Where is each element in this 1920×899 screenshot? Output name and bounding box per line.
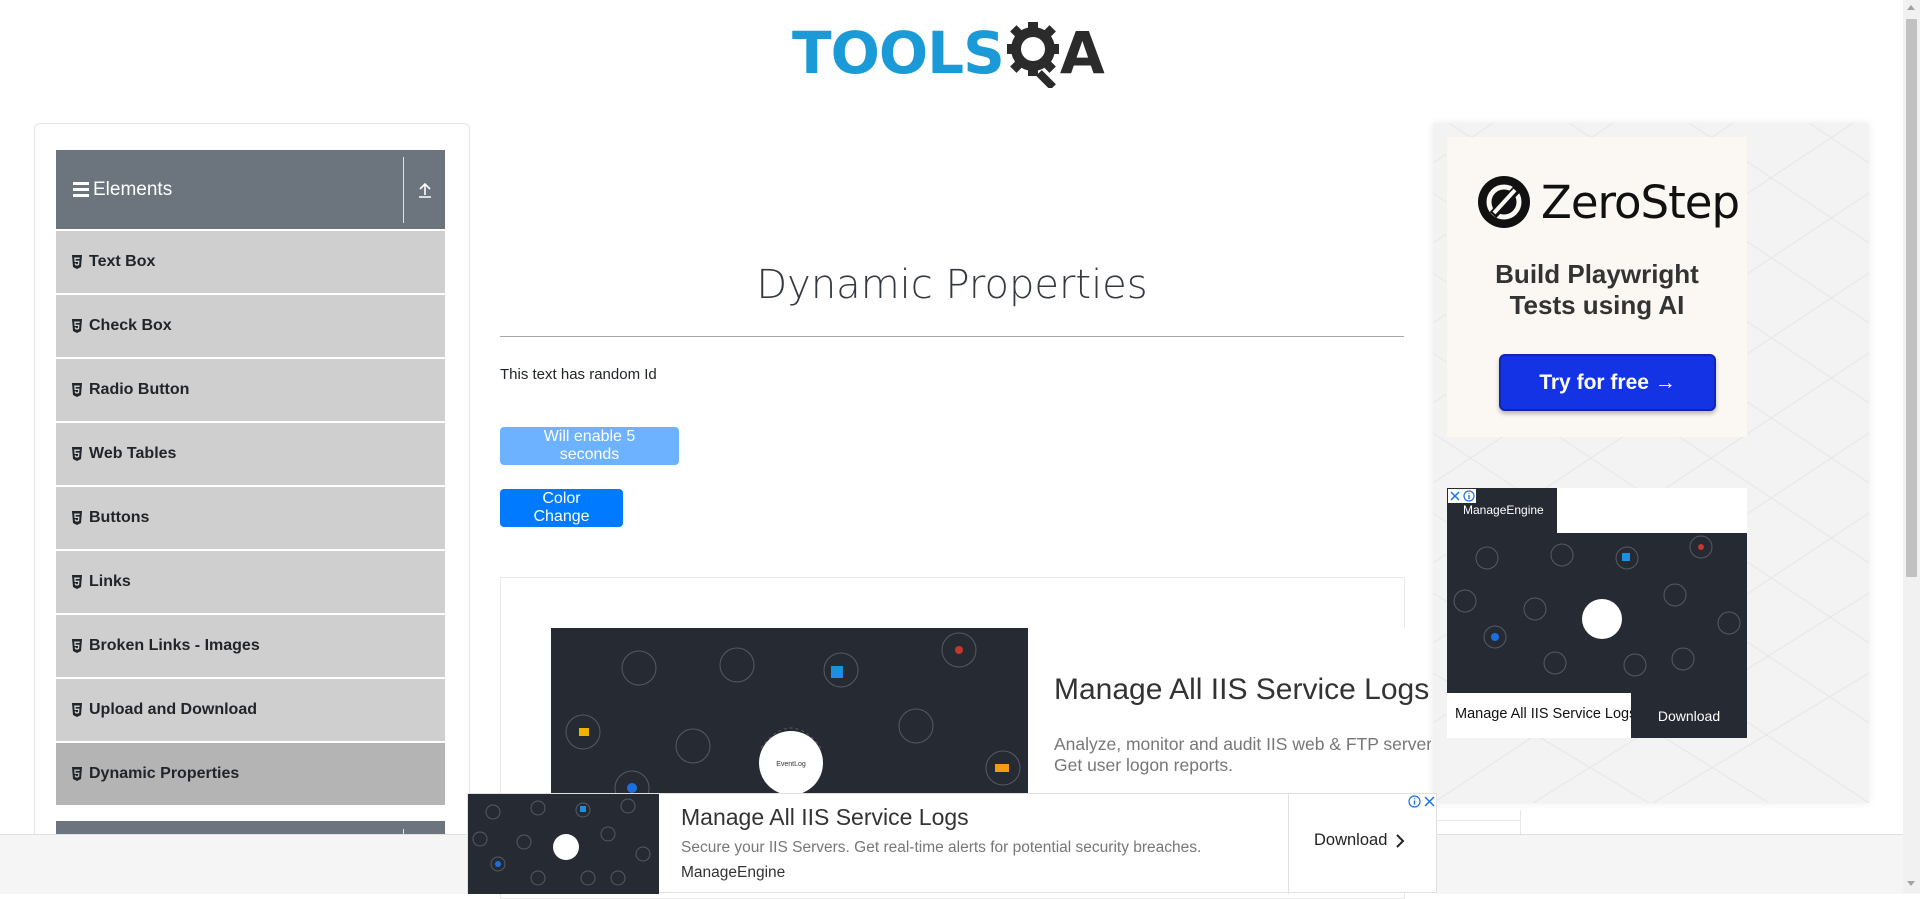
left-panel: Elements Text Box Check Box Radio Button… <box>34 123 470 845</box>
sidebar-item-label: Broken Links - Images <box>89 637 260 654</box>
page-title: Dynamic Properties <box>756 262 1148 308</box>
elements-menu: Text Box Check Box Radio Button Web Tabl… <box>56 231 445 807</box>
svg-text:EventLog: EventLog <box>776 761 806 768</box>
color-change-button[interactable]: Color Change <box>500 489 623 527</box>
group-divider <box>403 157 404 223</box>
ad-separator <box>1288 794 1289 894</box>
sidebar-item-dynamic-properties[interactable]: Dynamic Properties <box>56 743 445 805</box>
random-id-text: This text has random Id <box>500 366 657 383</box>
sidebar-item-links[interactable]: Links <box>56 551 445 613</box>
sidebar-item-upload-and-download[interactable]: Upload and Download <box>56 679 445 741</box>
zerostep-name: ZeroStep <box>1541 175 1740 229</box>
bottom-ad-bar <box>1437 834 1920 894</box>
sidebar-item-label: Dynamic Properties <box>89 765 240 782</box>
sidebar-item-broken-links-images[interactable]: Broken Links - Images <box>56 615 445 677</box>
iis-logs-ad[interactable]: EventLog Manage All IIS Service Logs Ana… <box>551 628 1431 793</box>
ad-network-diagram-image <box>1447 533 1747 693</box>
ad-description-line: Analyze, monitor and audit IIS web & FTP… <box>1054 734 1431 754</box>
download-button[interactable]: Download <box>1631 693 1747 738</box>
ad-network-diagram-image: EventLog <box>551 628 1028 793</box>
title-divider <box>500 336 1404 337</box>
html5-icon <box>72 319 82 333</box>
manageengine-ad[interactable]: ManageEngine Manage All IIS Service Logs… <box>1447 488 1747 738</box>
scrollbar-thumb[interactable] <box>1906 19 1917 577</box>
sidebar-item-label: Web Tables <box>89 445 177 462</box>
sidebar-item-web-tables[interactable]: Web Tables <box>56 423 445 485</box>
zerostep-tagline: Build Playwright Tests using AI <box>1447 259 1747 321</box>
ad-brand-label: ManageEngine <box>1463 503 1544 517</box>
ad-choices[interactable] <box>1407 794 1437 810</box>
ad-brand: ManageEngine <box>681 864 786 881</box>
ad-title: Manage All IIS Service Logs <box>681 804 969 830</box>
zerostep-brand: ZeroStep <box>1477 175 1740 229</box>
chevron-right-icon <box>1396 833 1405 848</box>
download-label: Download <box>1314 831 1388 849</box>
ad-description-line: Get user logon reports. <box>1054 755 1233 775</box>
sidebar-item-label: Radio Button <box>89 381 190 398</box>
right-ad-column: ZeroStep Build Playwright Tests using AI… <box>1433 123 1869 803</box>
vertical-scrollbar[interactable] <box>1903 0 1920 893</box>
logo-text-a: A <box>1059 19 1105 87</box>
ad-description: Analyze, monitor and audit IIS web & FTP… <box>1054 734 1431 776</box>
toolsqa-logo[interactable]: TOOLS A <box>792 14 1105 92</box>
sidebar-item-label: Text Box <box>89 253 156 270</box>
html5-icon <box>72 255 82 269</box>
group-title: Elements <box>93 178 173 200</box>
elements-group-header[interactable]: Elements <box>56 150 445 229</box>
zerostep-logo-icon <box>1478 176 1530 228</box>
html5-icon <box>72 383 82 397</box>
html5-icon <box>72 575 82 589</box>
ad-footer: Manage All IIS Service Logs Download <box>1447 693 1747 738</box>
tagline-line: Tests using AI <box>1509 290 1685 320</box>
ad-choices[interactable] <box>1448 489 1476 503</box>
info-icon[interactable] <box>1462 489 1476 503</box>
html5-icon <box>72 703 82 717</box>
bottom-banner-ad[interactable]: Manage All IIS Service Logs Secure your … <box>467 793 1437 894</box>
html5-icon <box>72 447 82 461</box>
upload-arrow-icon[interactable] <box>416 176 434 204</box>
sidebar-item-text-box[interactable]: Text Box <box>56 231 445 293</box>
download-button[interactable]: Download <box>1314 831 1407 850</box>
scroll-down-arrow-icon[interactable] <box>1907 881 1915 886</box>
sidebar-item-label: Buttons <box>89 509 150 526</box>
close-icon[interactable] <box>1448 489 1462 503</box>
bottom-ad-bar <box>0 834 467 894</box>
sidebar-item-label: Upload and Download <box>89 701 257 718</box>
close-icon[interactable] <box>1422 794 1437 809</box>
sidebar-item-label: Links <box>89 573 131 590</box>
sidebar-item-check-box[interactable]: Check Box <box>56 295 445 357</box>
hamburger-icon <box>73 179 89 200</box>
enable-after-button[interactable]: Will enable 5 seconds <box>500 427 679 465</box>
html5-icon <box>72 639 82 653</box>
sidebar-item-buttons[interactable]: Buttons <box>56 487 445 549</box>
ad-network-diagram-image <box>468 794 659 894</box>
ad-brand-tab: ManageEngine <box>1447 488 1557 533</box>
sidebar-item-radio-button[interactable]: Radio Button <box>56 359 445 421</box>
ad-title: Manage All IIS Service Logs <box>1054 673 1430 706</box>
html5-icon <box>72 767 82 781</box>
html5-icon <box>72 511 82 525</box>
logo-text: TOOLS <box>792 19 1005 87</box>
try-for-free-button[interactable]: Try for free → <box>1499 354 1716 411</box>
tagline-line: Build Playwright <box>1495 259 1699 289</box>
scroll-up-arrow-icon[interactable] <box>1907 5 1915 10</box>
gear-magnifier-icon <box>1006 22 1059 88</box>
sidebar-item-label: Check Box <box>89 317 172 334</box>
info-icon[interactable] <box>1407 794 1422 809</box>
zerostep-ad[interactable]: ZeroStep Build Playwright Tests using AI… <box>1447 137 1747 437</box>
ad-description: Secure your IIS Servers. Get real-time a… <box>681 839 1202 856</box>
ad-title: Manage All IIS Service Logs <box>1455 706 1637 722</box>
